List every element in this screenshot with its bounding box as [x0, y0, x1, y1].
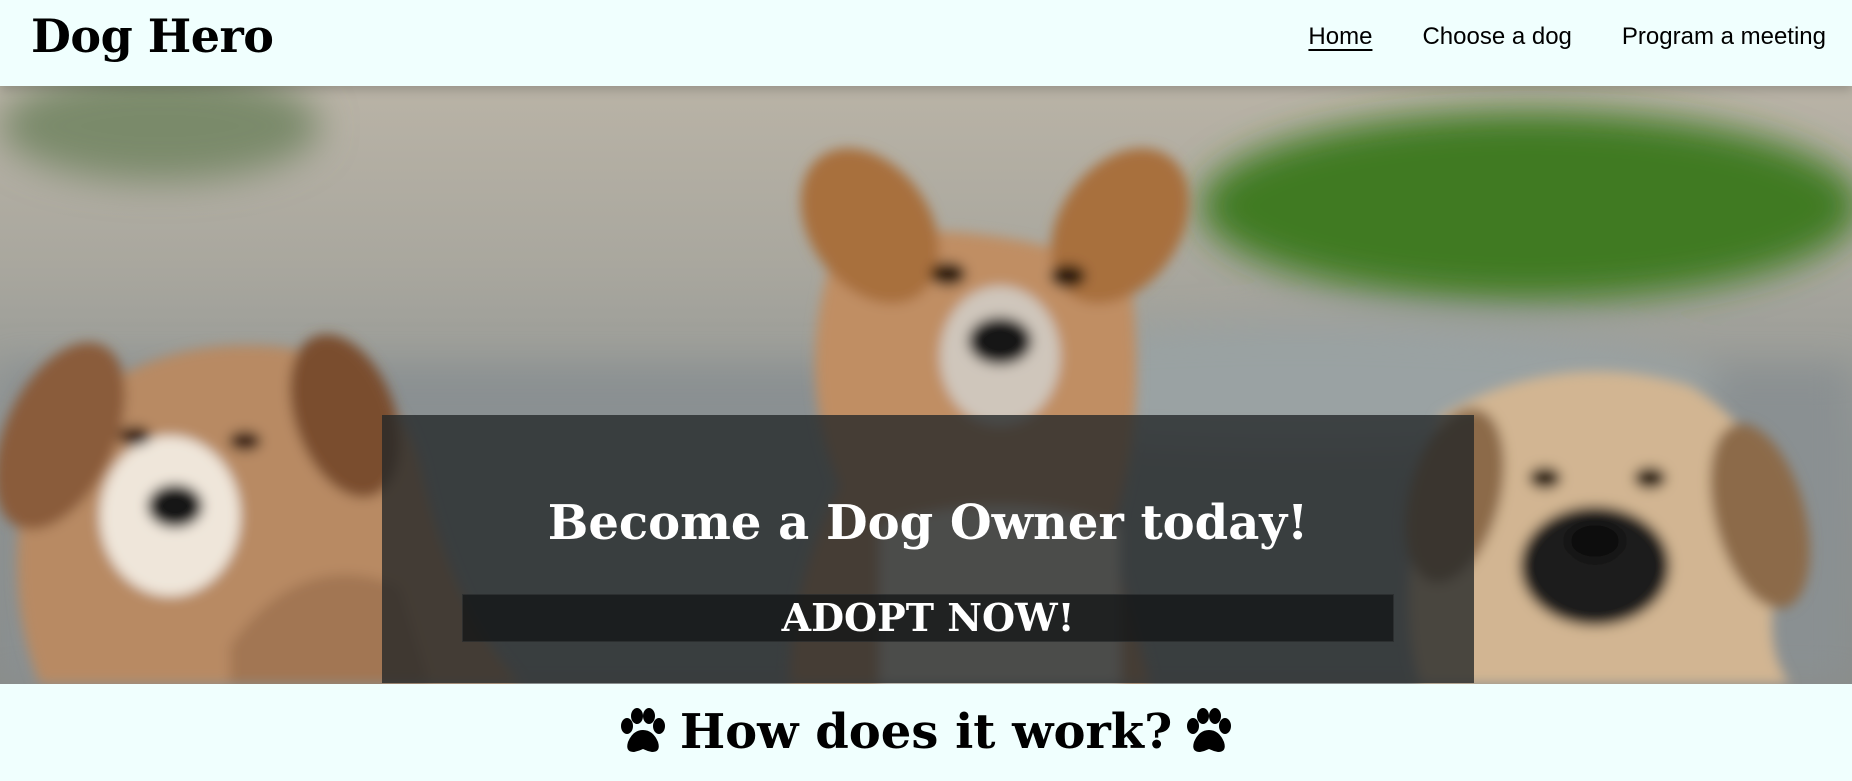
- adopt-now-button[interactable]: ADOPT NOW!: [462, 594, 1394, 642]
- nav-link-choose-dog[interactable]: Choose a dog: [1422, 23, 1571, 51]
- nav-link-home[interactable]: Home: [1308, 23, 1372, 51]
- how-it-works-section: How does it work?: [0, 684, 1852, 781]
- site-header: Dog Hero Home Choose a dog Program a mee…: [0, 0, 1852, 86]
- nav-link-program-meeting[interactable]: Program a meeting: [1622, 23, 1826, 51]
- hero-heading: Become a Dog Owner today!: [547, 495, 1309, 551]
- main-nav: Home Choose a dog Program a meeting: [1308, 23, 1826, 51]
- hero-overlay-panel: Become a Dog Owner today! ADOPT NOW!: [382, 415, 1474, 683]
- paw-icon: [1187, 708, 1232, 752]
- site-logo-title[interactable]: Dog Hero: [31, 9, 274, 63]
- how-it-works-heading: How does it work?: [618, 704, 1234, 760]
- paw-icon: [620, 708, 665, 752]
- hero-banner: Become a Dog Owner today! ADOPT NOW!: [0, 86, 1852, 684]
- section-title: How does it work?: [679, 704, 1173, 760]
